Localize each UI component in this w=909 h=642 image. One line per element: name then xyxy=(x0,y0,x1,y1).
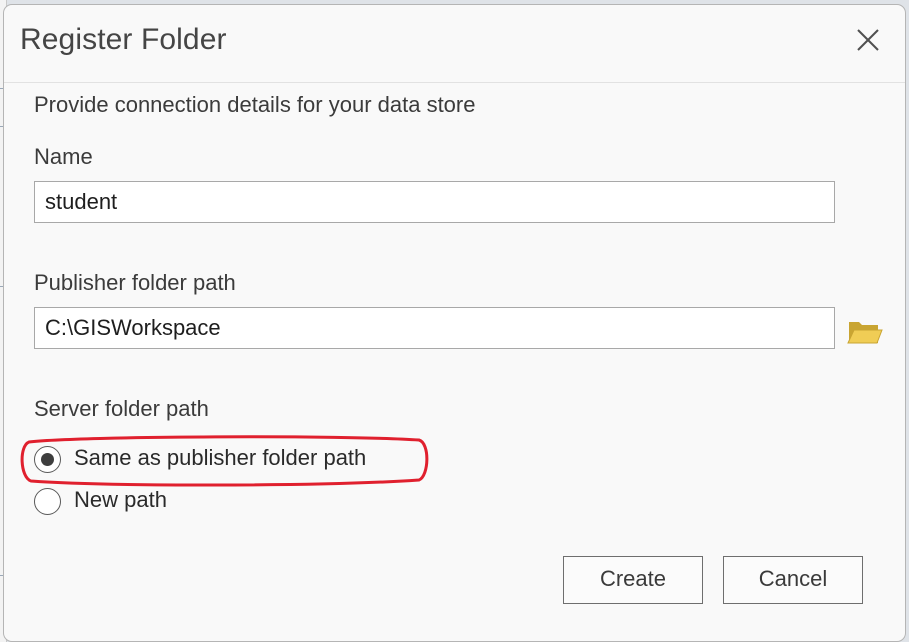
register-folder-dialog: Register Folder Provide connection detai… xyxy=(3,4,906,642)
close-icon xyxy=(857,29,879,51)
cancel-button[interactable]: Cancel xyxy=(723,556,863,604)
radio-new-path[interactable]: New path xyxy=(34,486,434,520)
dialog-description: Provide connection details for your data… xyxy=(34,92,476,117)
screen: Register Folder Provide connection detai… xyxy=(0,0,909,642)
dialog-title: Register Folder xyxy=(20,23,227,56)
folder-open-icon xyxy=(847,322,883,344)
radio-button-unselected[interactable] xyxy=(34,488,61,515)
radio-button-selected[interactable] xyxy=(34,446,61,473)
title-divider xyxy=(4,82,905,83)
close-button[interactable] xyxy=(847,21,887,61)
publisher-folder-path-input[interactable] xyxy=(34,307,835,349)
radio-same-as-publisher[interactable]: Same as publisher folder path xyxy=(34,444,434,478)
name-label: Name xyxy=(34,144,93,169)
browse-folder-button[interactable] xyxy=(845,311,885,351)
create-button[interactable]: Create xyxy=(563,556,703,604)
server-folder-path-label: Server folder path xyxy=(34,396,209,421)
radio-label: Same as publisher folder path xyxy=(74,445,367,470)
name-input[interactable] xyxy=(34,181,835,223)
publisher-folder-path-label: Publisher folder path xyxy=(34,270,236,295)
radio-label: New path xyxy=(74,487,167,512)
radio-dot xyxy=(40,452,54,466)
